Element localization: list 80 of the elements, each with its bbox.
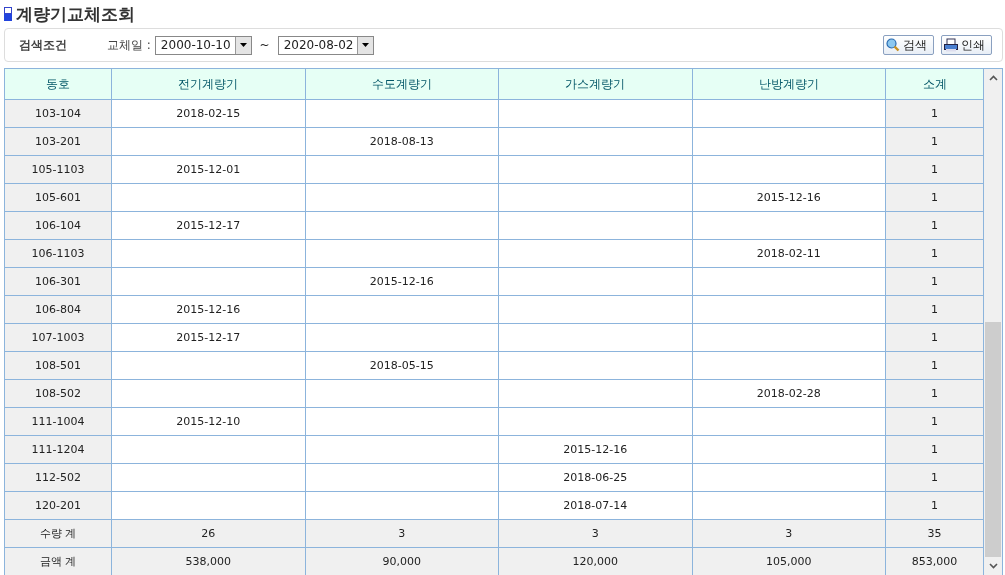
table-cell: 2015-12-17 (111, 323, 305, 352)
table-cell: 3 (305, 519, 499, 548)
table-cell: 2015-12-16 (692, 183, 886, 212)
table-cell: 1 (885, 435, 984, 464)
table-cell: 1 (885, 183, 984, 212)
range-separator: ~ (259, 38, 270, 52)
table-cell: 3 (692, 519, 886, 548)
table-cell: 3 (498, 519, 693, 548)
table-cell: 1 (885, 267, 984, 296)
table-cell: 1 (885, 211, 984, 240)
dropdown-arrow-icon (362, 43, 370, 47)
table-cell: 2015-12-01 (111, 155, 305, 184)
table-cell: 1 (885, 463, 984, 492)
table-cell: 2015-12-16 (305, 267, 499, 296)
table-cell: 107-1003 (5, 323, 112, 352)
column-header: 가스계량기 (498, 69, 693, 100)
table-cell: 금액 계 (5, 547, 112, 575)
date-label: 교체일 : (107, 36, 151, 54)
from-date-select[interactable]: 2000-10-10 (154, 35, 252, 55)
table-cell: 2018-07-14 (498, 491, 693, 520)
table-cell: 106-804 (5, 295, 112, 324)
table-cell: 1 (885, 491, 984, 520)
table-cell: 2018-05-15 (305, 351, 499, 380)
table-cell: 1 (885, 155, 984, 184)
scroll-down-icon[interactable] (988, 563, 998, 569)
search-button[interactable]: 검색 (883, 35, 934, 55)
table-cell: 2018-08-13 (305, 127, 499, 156)
printer-icon (944, 38, 958, 52)
search-icon (886, 38, 900, 52)
table-cell: 26 (111, 519, 305, 548)
table-cell: 2015-12-16 (498, 435, 693, 464)
table-cell: 111-1004 (5, 407, 112, 436)
table-cell: 105-1103 (5, 155, 112, 184)
table-cell: 105-601 (5, 183, 112, 212)
table-cell: 108-501 (5, 351, 112, 380)
column-header: 소계 (885, 69, 984, 100)
table-cell: 2018-02-28 (692, 379, 886, 408)
table-cell: 2018-06-25 (498, 463, 693, 492)
table-cell: 103-104 (5, 99, 112, 128)
table-cell: 106-301 (5, 267, 112, 296)
table-cell: 108-502 (5, 379, 112, 408)
table-cell: 1 (885, 295, 984, 324)
table-cell: 수량 계 (5, 519, 112, 548)
table-cell: 1 (885, 99, 984, 128)
column-header: 수도계량기 (305, 69, 499, 100)
column-header: 난방계량기 (692, 69, 886, 100)
table-cell: 90,000 (305, 547, 499, 575)
table-cell: 106-104 (5, 211, 112, 240)
table-cell: 103-201 (5, 127, 112, 156)
table-cell: 2015-12-10 (111, 407, 305, 436)
page-title: 계량기교체조회 (16, 2, 135, 26)
table-cell: 2018-02-15 (111, 99, 305, 128)
dropdown-arrow-icon (239, 43, 247, 47)
column-header: 동호 (5, 69, 112, 100)
scroll-thumb[interactable] (985, 322, 1001, 557)
table-cell: 2015-12-16 (111, 295, 305, 324)
title-icon (4, 7, 12, 21)
table-cell: 112-502 (5, 463, 112, 492)
table-cell: 1 (885, 351, 984, 380)
table-cell: 1 (885, 323, 984, 352)
table-cell: 35 (885, 519, 984, 548)
table-cell: 1 (885, 379, 984, 408)
print-button[interactable]: 인쇄 (941, 35, 992, 55)
table-cell: 105,000 (692, 547, 886, 575)
filter-label: 검색조건 (19, 36, 68, 54)
table-cell: 853,000 (885, 547, 984, 575)
table-cell: 1 (885, 127, 984, 156)
scrollbar[interactable] (983, 69, 1002, 575)
table-cell: 1 (885, 407, 984, 436)
to-date-select[interactable]: 2020-08-02 (277, 35, 375, 55)
table-cell: 2018-02-11 (692, 239, 886, 268)
table-cell: 120-201 (5, 491, 112, 520)
table-cell: 1 (885, 239, 984, 268)
column-header: 전기계량기 (111, 69, 305, 100)
table-cell: 106-1103 (5, 239, 112, 268)
table-cell: 538,000 (111, 547, 305, 575)
table-cell: 120,000 (498, 547, 693, 575)
table-cell: 111-1204 (5, 435, 112, 464)
table-cell: 2015-12-17 (111, 211, 305, 240)
scroll-up-icon[interactable] (988, 75, 998, 81)
